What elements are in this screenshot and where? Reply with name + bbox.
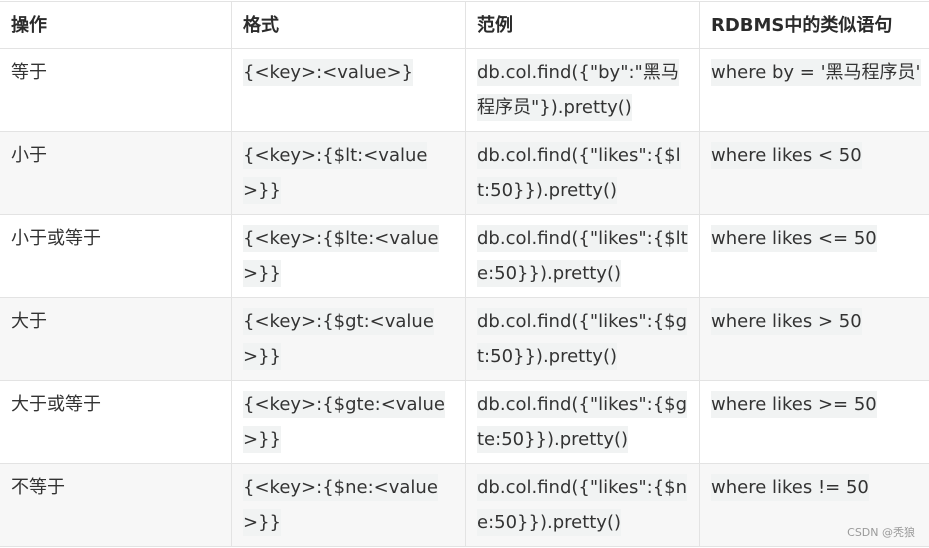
format-code: {<key>:{$gte:<value>}}: [243, 391, 445, 453]
cell-operation: 大于: [0, 297, 232, 381]
example-code: db.col.find({"likes":{$gte:50}}).pretty(…: [477, 391, 688, 453]
example-code: db.col.find({"likes":{$gt:50}}).pretty(): [477, 308, 688, 370]
table-row: 等于 {<key>:<value>} db.col.find({"by":"黑马…: [0, 48, 929, 132]
cell-rdbms: where likes < 50: [699, 131, 929, 215]
format-code: {<key>:{$gt:<value>}}: [243, 308, 434, 370]
example-code: db.col.find({"likes":{$ne:50}}).pretty(): [477, 474, 688, 536]
header-format: 格式: [231, 1, 466, 49]
rdbms-code: where likes != 50: [711, 474, 869, 501]
table-header-row: 操作 格式 范例 RDBMS中的类似语句: [0, 1, 929, 49]
rdbms-code: where likes >= 50: [711, 391, 877, 418]
cell-operation: 小于: [0, 131, 232, 215]
cell-format: {<key>:{$ne:<value>}}: [231, 463, 466, 547]
table-row: 大于或等于 {<key>:{$gte:<value>}} db.col.find…: [0, 380, 929, 464]
table-row: 大于 {<key>:{$gt:<value>}} db.col.find({"l…: [0, 297, 929, 381]
comparison-operators-table: 操作 格式 范例 RDBMS中的类似语句 等于 {<key>:<value>} …: [0, 1, 929, 547]
cell-format: {<key>:{$lte:<value>}}: [231, 214, 466, 298]
cell-rdbms: where likes >= 50: [699, 380, 929, 464]
cell-rdbms: where by = '黑马程序员': [699, 48, 929, 132]
table-row: 不等于 {<key>:{$ne:<value>}} db.col.find({"…: [0, 463, 929, 547]
rdbms-code: where likes <= 50: [711, 225, 877, 252]
cell-format: {<key>:{$gt:<value>}}: [231, 297, 466, 381]
cell-example: db.col.find({"likes":{$gte:50}}).pretty(…: [465, 380, 700, 464]
cell-format: {<key>:{$lt:<value>}}: [231, 131, 466, 215]
cell-rdbms: where likes > 50: [699, 297, 929, 381]
header-rdbms: RDBMS中的类似语句: [699, 1, 929, 49]
table-row: 小于 {<key>:{$lt:<value>}} db.col.find({"l…: [0, 131, 929, 215]
header-operation: 操作: [0, 1, 232, 49]
cell-format: {<key>:<value>}: [231, 48, 466, 132]
example-code: db.col.find({"likes":{$lte:50}}).pretty(…: [477, 225, 688, 287]
cell-format: {<key>:{$gte:<value>}}: [231, 380, 466, 464]
format-code: {<key>:{$lte:<value>}}: [243, 225, 439, 287]
rdbms-code: where by = '黑马程序员': [711, 59, 921, 86]
rdbms-code: where likes > 50: [711, 308, 862, 335]
cell-example: db.col.find({"likes":{$lte:50}}).pretty(…: [465, 214, 700, 298]
format-code: {<key>:<value>}: [243, 59, 413, 86]
cell-example: db.col.find({"likes":{$gt:50}}).pretty(): [465, 297, 700, 381]
format-code: {<key>:{$lt:<value>}}: [243, 142, 428, 204]
format-code: {<key>:{$ne:<value>}}: [243, 474, 438, 536]
cell-rdbms: where likes <= 50: [699, 214, 929, 298]
rdbms-code: where likes < 50: [711, 142, 862, 169]
cell-operation: 等于: [0, 48, 232, 132]
header-example: 范例: [465, 1, 700, 49]
csdn-watermark: CSDN @秃狼: [847, 526, 915, 539]
cell-example: db.col.find({"likes":{$lt:50}}).pretty(): [465, 131, 700, 215]
cell-operation: 大于或等于: [0, 380, 232, 464]
example-code: db.col.find({"by":"黑马程序员"}).pretty(): [477, 59, 679, 121]
cell-operation: 小于或等于: [0, 214, 232, 298]
table-row: 小于或等于 {<key>:{$lte:<value>}} db.col.find…: [0, 214, 929, 298]
cell-operation: 不等于: [0, 463, 232, 547]
cell-example: db.col.find({"by":"黑马程序员"}).pretty(): [465, 48, 700, 132]
cell-example: db.col.find({"likes":{$ne:50}}).pretty(): [465, 463, 700, 547]
example-code: db.col.find({"likes":{$lt:50}}).pretty(): [477, 142, 681, 204]
